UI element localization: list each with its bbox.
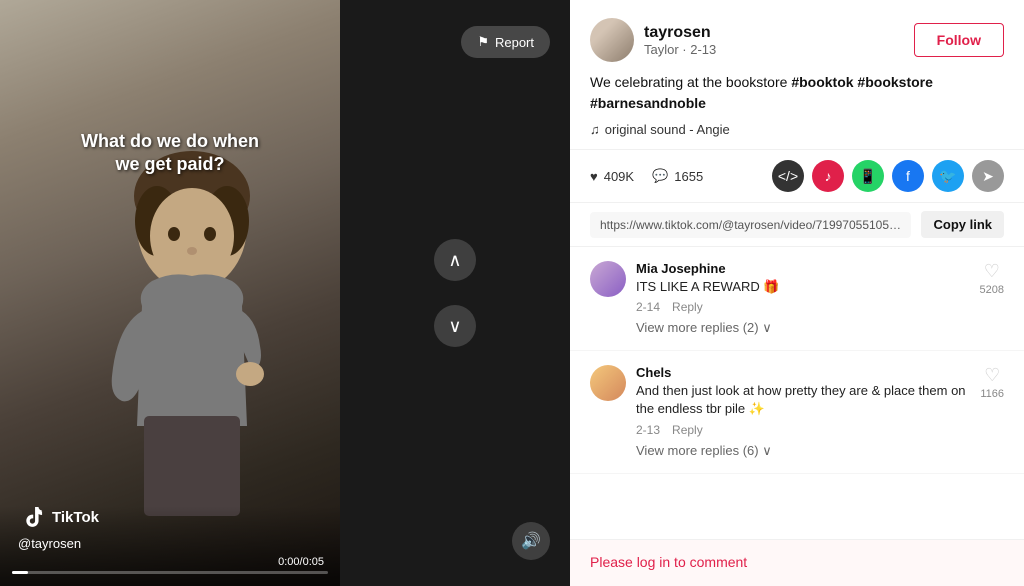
comment-body: Mia Josephine ITS LIKE A REWARD 🎁 2-14 R… [636,261,970,336]
user-info: tayrosen Taylor · 2-13 [590,18,716,62]
video-panel: What do we do when we get paid? TikTok @… [0,0,340,586]
code-icon: </> [778,168,798,184]
music-icon: ♫ [590,122,600,137]
comments-section: Mia Josephine ITS LIKE A REWARD 🎁 2-14 R… [570,247,1024,539]
heart-stat-icon: ♥ [590,169,598,184]
like-count-chels: 1166 [980,388,1004,400]
more-share-button[interactable]: ➤ [972,160,1004,192]
user-row: tayrosen Taylor · 2-13 Follow [590,18,1004,62]
heart-icon-mia: ♡ [984,261,1000,282]
info-header: tayrosen Taylor · 2-13 Follow We celebra… [570,0,1024,150]
link-row: https://www.tiktok.com/@tayrosen/video/7… [570,203,1024,247]
user-meta-label: Taylor · 2-13 [644,42,716,57]
tiktok-share-icon: ♪ [825,168,832,184]
comments-count: 1655 [674,169,703,184]
follow-button[interactable]: Follow [914,23,1004,57]
facebook-icon: f [906,168,910,184]
comment-text-chels: And then just look at how pretty they ar… [636,382,970,418]
comment-stat-icon: 💬 [652,168,668,184]
info-panel: tayrosen Taylor · 2-13 Follow We celebra… [570,0,1024,586]
chevron-down-icon: ∨ [448,316,461,337]
video-progress-fill [12,571,28,574]
video-time-label: 0:00/0:05 [278,556,324,568]
avatar [590,18,634,62]
comment-like-chels[interactable]: ♡ 1166 [980,365,1004,458]
sound-line: ♫ original sound - Angie [590,122,1004,137]
chevron-up-icon: ∧ [448,250,461,271]
tiktok-icon [18,503,46,531]
comment-item: Mia Josephine ITS LIKE A REWARD 🎁 2-14 R… [570,247,1024,351]
comments-stat: 💬 1655 [652,168,703,184]
view-more-mia[interactable]: View more replies (2) ∨ [636,320,970,336]
whatsapp-share-button[interactable]: 📱 [852,160,884,192]
commenter-avatar-mia [590,261,626,297]
reply-button-chels[interactable]: Reply [672,423,703,437]
view-more-chels[interactable]: View more replies (6) ∨ [636,443,970,459]
tiktok-logo: TikTok [18,503,99,531]
sound-toggle-button[interactable]: 🔊 [512,522,550,560]
comment-meta-mia: 2-14 Reply [636,300,970,314]
comment-row: Mia Josephine ITS LIKE A REWARD 🎁 2-14 R… [590,261,1004,336]
comment-body: Chels And then just look at how pretty t… [636,365,970,458]
copy-link-button[interactable]: Copy link [921,211,1004,238]
video-progress-bar[interactable] [12,571,328,574]
forward-arrow-icon: ➤ [982,168,994,185]
tiktok-brand-label: TikTok [52,509,99,526]
comment-date-mia: 2-14 [636,300,660,314]
login-bar[interactable]: Please log in to comment [570,539,1024,586]
report-button[interactable]: ⚑ Report [461,26,550,58]
share-icons: </> ♪ 📱 f 🐦 ➤ [772,160,1004,192]
sound-label: original sound - Angie [605,122,730,137]
person-figure [82,146,302,526]
comment-text-mia: ITS LIKE A REWARD 🎁 [636,278,970,296]
commenter-avatar-chels [590,365,626,401]
video-url: https://www.tiktok.com/@tayrosen/video/7… [590,212,911,238]
twitter-icon: 🐦 [939,168,956,185]
tiktok-handle-label: @tayrosen [18,536,81,551]
whatsapp-icon: 📱 [859,168,876,185]
stat-group: ♥ 409K 💬 1655 [590,168,703,184]
commenter-name-mia: Mia Josephine [636,261,970,276]
like-count-mia: 5208 [980,284,1004,296]
commenter-name-chels: Chels [636,365,970,380]
facebook-share-button[interactable]: f [892,160,924,192]
nav-down-button[interactable]: ∨ [434,305,476,347]
comment-row: Chels And then just look at how pretty t… [590,365,1004,458]
reply-button-mia[interactable]: Reply [672,300,703,314]
comment-item: Chels And then just look at how pretty t… [570,351,1024,473]
login-prompt[interactable]: Please log in to comment [590,554,747,570]
report-label: Report [495,35,534,50]
caption-main: We celebrating at the bookstore [590,74,791,90]
nav-up-button[interactable]: ∧ [434,239,476,281]
comment-like-mia[interactable]: ♡ 5208 [980,261,1004,336]
avatar-image [590,18,634,62]
caption-text: We celebrating at the bookstore #booktok… [590,72,1004,114]
likes-stat: ♥ 409K [590,169,634,184]
username-label: tayrosen [644,24,716,42]
volume-icon: 🔊 [521,531,541,551]
likes-count: 409K [604,169,634,184]
twitter-share-button[interactable]: 🐦 [932,160,964,192]
flag-icon: ⚑ [477,34,489,50]
user-details: tayrosen Taylor · 2-13 [644,24,716,57]
comment-date-chels: 2-13 [636,423,660,437]
actions-row: ♥ 409K 💬 1655 </> ♪ 📱 f 🐦 ➤ [570,150,1024,203]
tiktok-share-button[interactable]: ♪ [812,160,844,192]
middle-panel: ⚑ Report ∧ ∨ 🔊 [340,0,570,586]
comment-meta-chels: 2-13 Reply [636,423,970,437]
video-caption-text: What do we do when we get paid? [70,130,270,177]
heart-icon-chels: ♡ [984,365,1000,386]
embed-share-button[interactable]: </> [772,160,804,192]
